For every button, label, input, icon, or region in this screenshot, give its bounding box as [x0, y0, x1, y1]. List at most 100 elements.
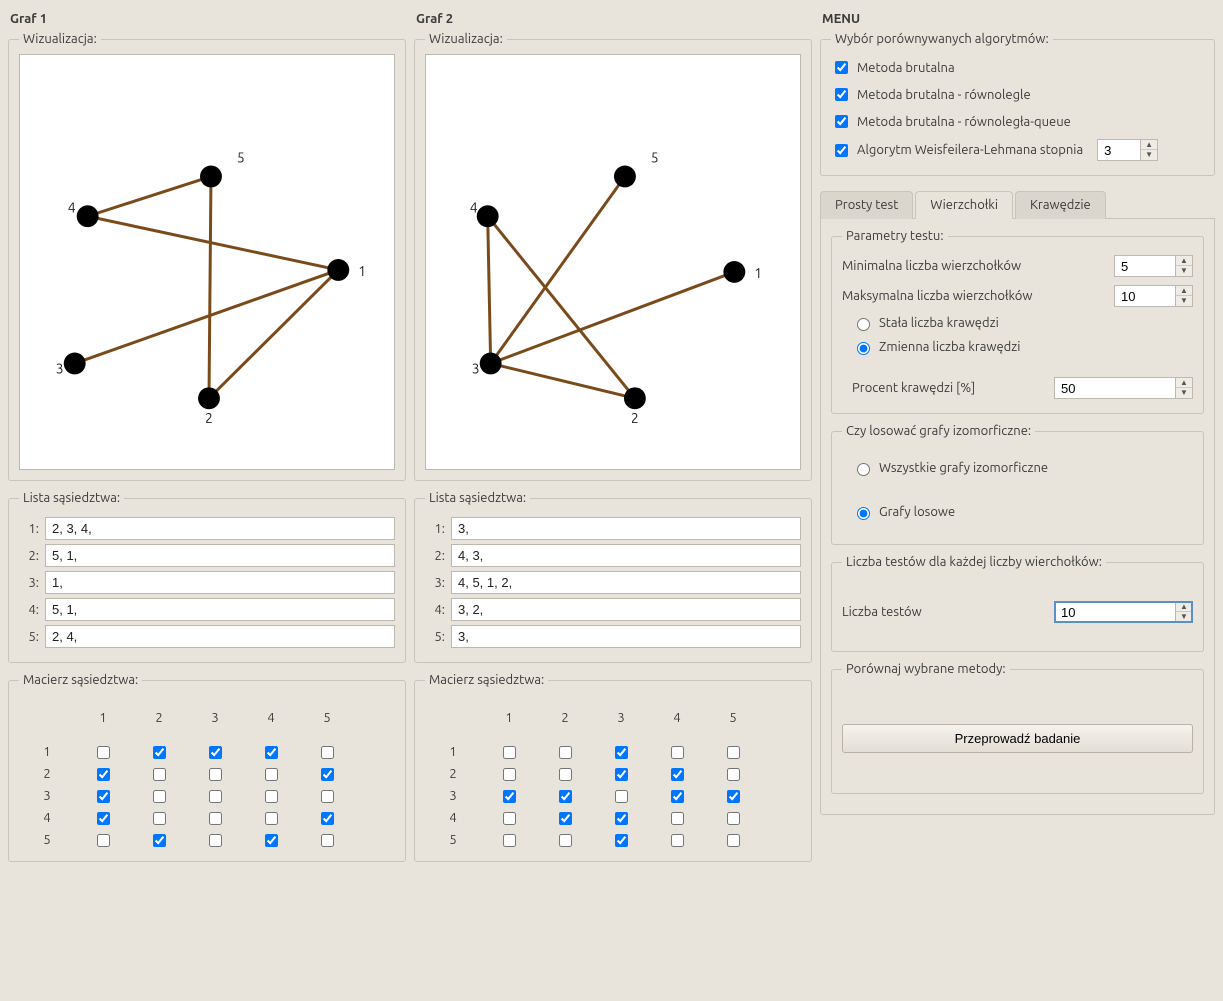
edges-fixed-radio[interactable] — [857, 318, 870, 331]
graf1-matrix-cell-1-5[interactable] — [321, 746, 334, 759]
min-v-spinner[interactable]: ▲▼ — [1114, 255, 1193, 277]
graf1-adj-input-3[interactable] — [45, 571, 395, 594]
graf1-matrix-cell-5-3[interactable] — [209, 834, 222, 847]
graf2-matrix-cell-4-5[interactable] — [727, 812, 740, 825]
graf1-adj-input-4[interactable] — [45, 598, 395, 621]
max-v-input[interactable] — [1115, 286, 1175, 306]
graf1-matrix-cell-3-2[interactable] — [153, 790, 166, 803]
tests-down-icon[interactable]: ▼ — [1176, 612, 1192, 622]
graf2-matrix-cell-2-5[interactable] — [727, 768, 740, 781]
algo-brute-check[interactable] — [835, 61, 848, 74]
run-button[interactable]: Przeprowadź badanie — [842, 724, 1193, 753]
graf2-adj-input-1[interactable] — [451, 517, 801, 540]
iso-rand-radio[interactable] — [857, 507, 870, 520]
graf1-matrix-cell-4-2[interactable] — [153, 812, 166, 825]
pct-label: Procent krawędzi [%] — [852, 381, 975, 395]
graf1-matrix-cell-5-1[interactable] — [97, 834, 110, 847]
graf2-matrix-cell-4-2[interactable] — [559, 812, 572, 825]
wl-degree-up-icon[interactable]: ▲ — [1141, 140, 1157, 150]
graf2-matrix-cell-3-4[interactable] — [671, 790, 684, 803]
graf1-adj-input-2[interactable] — [45, 544, 395, 567]
graf1-viz-label: Wizualizacja: — [19, 32, 101, 46]
graf2-matrix-cell-5-1[interactable] — [503, 834, 516, 847]
graf2-adj-input-5[interactable] — [451, 625, 801, 648]
graf1-matrix-cell-5-5[interactable] — [321, 834, 334, 847]
graf2-matrix-cell-2-4[interactable] — [671, 768, 684, 781]
algo-brute-par-label: Metoda brutalna - równolegle — [857, 88, 1031, 102]
graf1-matrix-cell-4-4[interactable] — [265, 812, 278, 825]
graf1-matrix-cell-5-2[interactable] — [153, 834, 166, 847]
tab-vertices[interactable]: Wierzchołki — [915, 191, 1013, 219]
algo-brute-par-q-check[interactable] — [835, 115, 848, 128]
graf1-matrix-cell-2-5[interactable] — [321, 768, 334, 781]
max-v-down-icon[interactable]: ▼ — [1176, 296, 1192, 306]
graf2-matrix-cell-5-4[interactable] — [671, 834, 684, 847]
graf1-adj-input-1[interactable] — [45, 517, 395, 540]
iso-all-radio[interactable] — [857, 463, 870, 476]
min-v-input[interactable] — [1115, 256, 1175, 276]
tab-simple[interactable]: Prosty test — [820, 191, 913, 219]
pct-spinner[interactable]: ▲▼ — [1054, 377, 1193, 399]
graf2-matrix-cell-2-3[interactable] — [615, 768, 628, 781]
graf1-matrix-cell-3-4[interactable] — [265, 790, 278, 803]
pct-up-icon[interactable]: ▲ — [1176, 378, 1192, 388]
graf2-matrix-cell-2-1[interactable] — [503, 768, 516, 781]
min-v-down-icon[interactable]: ▼ — [1176, 266, 1192, 276]
graf1-adj-input-5[interactable] — [45, 625, 395, 648]
graf1-matrix-cell-2-1[interactable] — [97, 768, 110, 781]
graf2-matrix-cell-5-3[interactable] — [615, 834, 628, 847]
graf1-matrix-cell-1-4[interactable] — [265, 746, 278, 759]
graf2-matrix-cell-1-4[interactable] — [671, 746, 684, 759]
max-v-spinner[interactable]: ▲▼ — [1114, 285, 1193, 307]
pct-down-icon[interactable]: ▼ — [1176, 388, 1192, 398]
graf2-matrix-cell-1-1[interactable] — [503, 746, 516, 759]
wl-degree-down-icon[interactable]: ▼ — [1141, 150, 1157, 160]
pct-input[interactable] — [1055, 378, 1175, 398]
graf1-matrix-cell-4-5[interactable] — [321, 812, 334, 825]
graf1-matrix-cell-4-3[interactable] — [209, 812, 222, 825]
graf1-matrix-cell-2-2[interactable] — [153, 768, 166, 781]
graf1-matrix-cell-2-4[interactable] — [265, 768, 278, 781]
tab-edges[interactable]: Krawędzie — [1015, 191, 1106, 219]
max-v-up-icon[interactable]: ▲ — [1176, 286, 1192, 296]
graf1-matrix-cell-4-1[interactable] — [97, 812, 110, 825]
edges-var-radio[interactable] — [857, 342, 870, 355]
graf1-matrix-cell-1-3[interactable] — [209, 746, 222, 759]
graf2-adj-input-3[interactable] — [451, 571, 801, 594]
tests-input[interactable] — [1055, 602, 1175, 622]
wl-degree-spinner[interactable]: ▲ ▼ — [1097, 139, 1158, 161]
graf2-matrix-row-5: 5 — [425, 829, 481, 851]
graf1-matrix-cell-1-2[interactable] — [153, 746, 166, 759]
min-v-up-icon[interactable]: ▲ — [1176, 256, 1192, 266]
graf1-svg: 12345 — [20, 55, 394, 469]
graf1-matrix-cell-2-3[interactable] — [209, 768, 222, 781]
graf2-matrix-cell-3-3[interactable] — [615, 790, 628, 803]
graf2-matrix-cell-4-4[interactable] — [671, 812, 684, 825]
graf1-matrix-cell-3-5[interactable] — [321, 790, 334, 803]
graf1-viz-canvas: 12345 — [19, 54, 395, 470]
algo-wl-check[interactable] — [835, 144, 848, 157]
graf2-matrix-col-3: 3 — [593, 701, 649, 741]
graf2-matrix-cell-3-1[interactable] — [503, 790, 516, 803]
graf2-adj-input-4[interactable] — [451, 598, 801, 621]
graf2-matrix-cell-1-3[interactable] — [615, 746, 628, 759]
graf2-matrix-cell-3-5[interactable] — [727, 790, 740, 803]
graf1-matrix-cell-5-4[interactable] — [265, 834, 278, 847]
graf2-matrix-cell-5-2[interactable] — [559, 834, 572, 847]
graph-node-label: 3 — [472, 360, 480, 376]
graf2-adj-input-2[interactable] — [451, 544, 801, 567]
graf1-matrix-cell-3-3[interactable] — [209, 790, 222, 803]
graf2-matrix-cell-4-1[interactable] — [503, 812, 516, 825]
algo-brute-par-check[interactable] — [835, 88, 848, 101]
tests-up-icon[interactable]: ▲ — [1176, 602, 1192, 612]
graf1-matrix-cell-1-1[interactable] — [97, 746, 110, 759]
graf2-matrix-cell-2-2[interactable] — [559, 768, 572, 781]
graf2-matrix-cell-1-5[interactable] — [727, 746, 740, 759]
graf2-matrix-cell-1-2[interactable] — [559, 746, 572, 759]
graf2-matrix-cell-4-3[interactable] — [615, 812, 628, 825]
graf1-matrix-cell-3-1[interactable] — [97, 790, 110, 803]
graf2-matrix-cell-3-2[interactable] — [559, 790, 572, 803]
wl-degree-input[interactable] — [1098, 140, 1140, 160]
graf2-matrix-cell-5-5[interactable] — [727, 834, 740, 847]
tests-spinner[interactable]: ▲▼ — [1054, 601, 1193, 623]
